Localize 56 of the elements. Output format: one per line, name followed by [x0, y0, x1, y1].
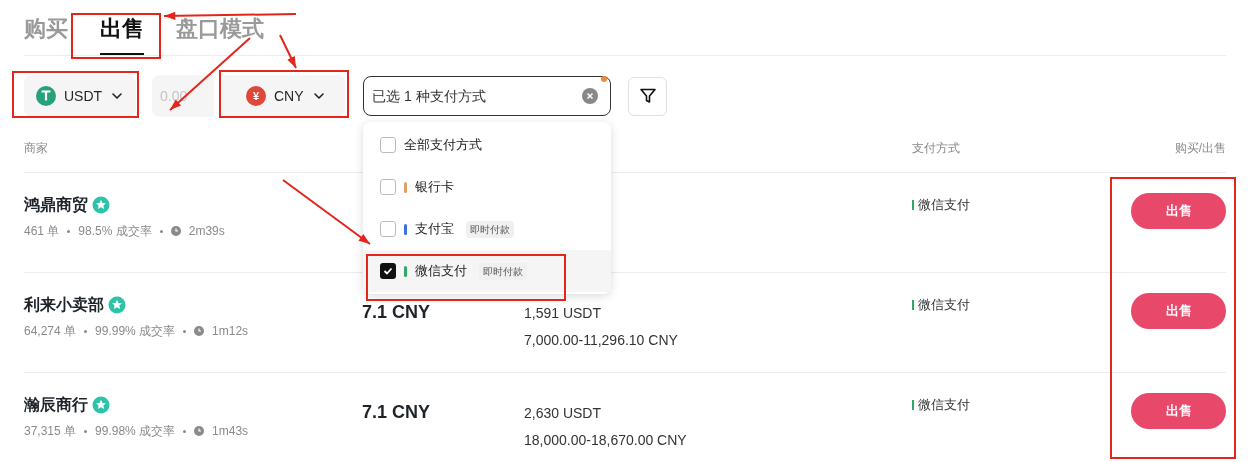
fiat-select[interactable]: ¥ CNY — [222, 75, 345, 117]
clear-icon[interactable] — [582, 88, 598, 104]
payment-select-value: 已选 1 种支付方式 — [372, 86, 486, 106]
filter-icon — [638, 87, 657, 105]
check-icon — [383, 266, 393, 276]
clock-icon — [170, 226, 181, 236]
instant-tag: 即时付款 — [479, 262, 527, 280]
price: 7.1 CNY — [362, 302, 431, 322]
column-header: 购买/出售 — [1174, 140, 1226, 157]
price: 7.1 CNY — [362, 402, 431, 422]
payment-option[interactable]: 银行卡 — [363, 166, 611, 208]
merchant-name[interactable]: 鸿鼎商贸 — [24, 193, 88, 217]
payment-option[interactable]: 全部支付方式 — [363, 124, 611, 166]
completion-rate: 99.98% 成交率 — [95, 423, 176, 440]
response-time: 2m39s — [188, 223, 225, 240]
sell-button[interactable]: 出售 — [1131, 393, 1226, 429]
checkbox[interactable] — [380, 179, 396, 195]
order-count: 64,274 单 — [24, 323, 77, 340]
order-count: 461 单 — [24, 223, 60, 240]
column-header: 支付方式 — [912, 140, 961, 157]
payment-select[interactable]: 已选 1 种支付方式 — [363, 76, 611, 116]
completion-rate: 99.99% 成交率 — [95, 323, 176, 340]
payment-method: 微信支付 — [918, 396, 970, 414]
checkbox[interactable] — [380, 263, 396, 279]
order-limit: 18,000.00-18,670.00 CNY — [524, 431, 688, 450]
filter-button[interactable] — [628, 76, 667, 116]
available-amount: 1,591 USDT — [524, 304, 603, 323]
checkbox[interactable] — [380, 221, 396, 237]
payment-option[interactable]: 微信支付 即时付款 — [363, 250, 611, 292]
completion-rate: 98.5% 成交率 — [78, 223, 152, 240]
available-amount: 2,630 USDT — [524, 404, 603, 423]
response-time: 1m43s — [212, 423, 249, 440]
payment-option[interactable]: 支付宝 即时付款 — [363, 208, 611, 250]
crypto-select[interactable]: USDT — [24, 75, 136, 117]
checkbox[interactable] — [380, 137, 396, 153]
merchant-name[interactable]: 利来小卖部 — [24, 293, 104, 317]
yuan-icon: ¥ — [246, 86, 266, 106]
sell-button[interactable]: 出售 — [1131, 293, 1226, 329]
response-time: 1m12s — [212, 323, 249, 340]
payment-option-label: 微信支付 — [415, 262, 467, 281]
payment-option-label: 支付宝 — [415, 220, 454, 239]
annotation-arrow — [279, 34, 297, 69]
payment-method: 微信支付 — [918, 196, 970, 214]
clock-icon — [194, 426, 205, 436]
sell-button[interactable]: 出售 — [1131, 193, 1226, 229]
payment-method: 微信支付 — [918, 296, 970, 314]
merchant-name[interactable]: 瀚辰商行 — [24, 393, 88, 417]
order-limit: 7,000.00-11,296.10 CNY — [524, 331, 679, 350]
clock-icon — [194, 326, 205, 336]
column-header: 商家 — [24, 140, 49, 157]
tether-icon — [36, 86, 56, 106]
order-count: 37,315 单 — [24, 423, 77, 440]
payment-option-label: 银行卡 — [415, 178, 454, 197]
payment-option-label: 全部支付方式 — [404, 136, 482, 155]
tab[interactable]: 出售 — [100, 12, 144, 55]
instant-tag: 即时付款 — [466, 220, 514, 238]
